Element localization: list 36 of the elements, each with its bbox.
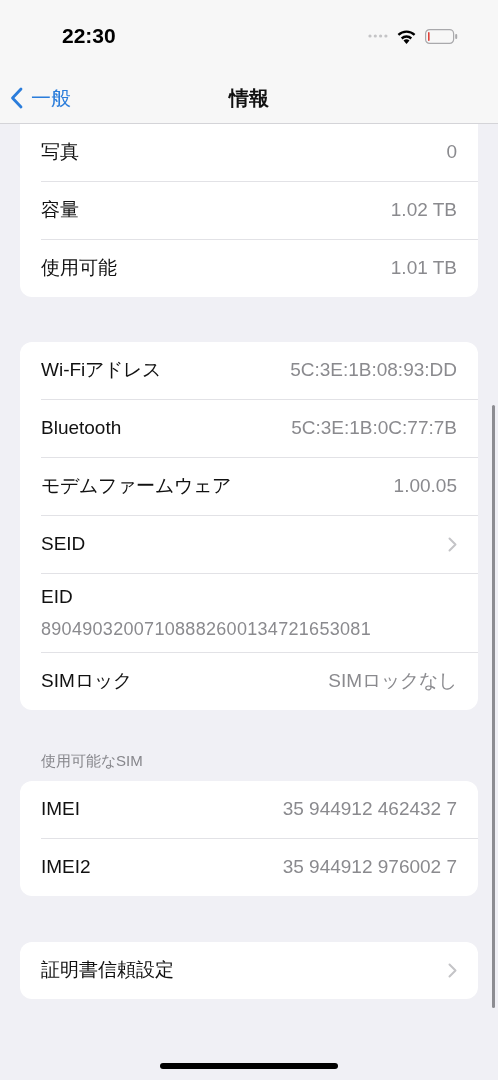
row-label: Wi-Fiアドレス [41,358,162,383]
wifi-icon [396,28,417,44]
back-chevron-icon [10,86,23,109]
settings-row[interactable]: SEID [20,516,478,573]
row-label: モデムファームウェア [41,474,231,499]
row-label: 使用可能 [41,256,117,281]
row-label: EID [41,585,74,610]
row-label: 証明書信頼設定 [41,957,174,982]
row-value: 35 944912 462432 7 [282,796,457,821]
row-value: 1.00.05 [393,474,457,499]
status-time: 22:30 [62,23,116,50]
scrollbar[interactable] [492,405,495,1008]
row-value: 1.01 TB [390,256,457,281]
row-label: SEID [41,532,86,557]
row-label: 容量 [41,198,79,223]
row-value: 35 944912 976002 7 [282,854,457,879]
row-value: 89049032007108882600134721653081 [41,617,372,641]
row-label: IMEI2 [41,854,91,879]
back-button[interactable]: 一般 [0,82,71,113]
row-label: 写真 [41,140,79,165]
row-value: 0 [446,140,457,165]
row-label: SIMロック [41,669,132,694]
battery-icon [425,28,458,44]
chevron-icon [448,537,457,552]
signal-icon [368,34,388,38]
row-value: 5C:3E:1B:08:93:DD [290,358,457,383]
page-title: 情報 [229,85,269,111]
section-header: 使用可能なSIM [40,751,144,771]
row-value: SIMロックなし [328,669,457,694]
row-value: 1.02 TB [390,198,457,223]
row-label: Bluetooth [41,416,122,441]
chevron-icon [448,962,457,978]
home-indicator[interactable] [160,1063,338,1069]
row-label: IMEI [41,796,81,821]
settings-row[interactable]: 証明書信頼設定 [20,941,478,999]
row-value: 5C:3E:1B:0C:77:7B [291,416,457,441]
